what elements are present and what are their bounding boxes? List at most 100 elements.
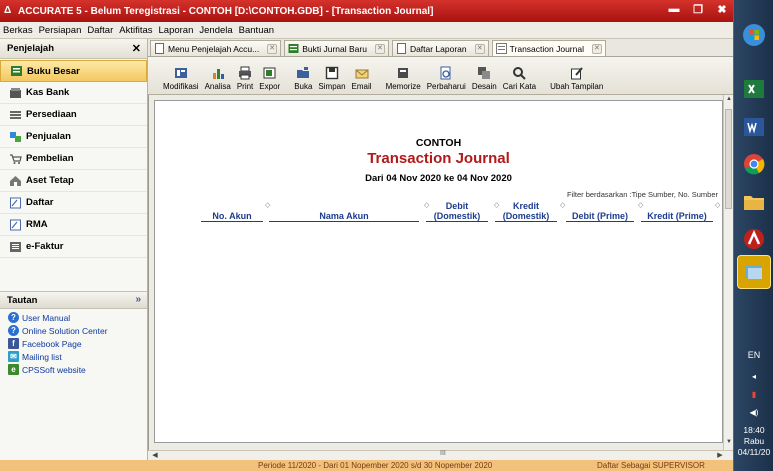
sidebar-header: Penjelajah ✕ xyxy=(0,39,147,59)
expor-button[interactable]: Expor xyxy=(259,66,280,91)
sidebar-item-daftar[interactable]: Daftar xyxy=(0,192,147,214)
sidebar-item-penjualan[interactable]: Penjualan xyxy=(0,126,147,148)
design-icon xyxy=(477,66,491,80)
excel-icon xyxy=(744,80,764,98)
scroll-left-icon[interactable]: ◀ xyxy=(150,451,160,460)
clock-day: Rabu xyxy=(743,436,765,446)
column-header-debit-domestik[interactable]: Debit (Domestik) xyxy=(426,201,488,222)
tray-expand-icon[interactable]: ◂ xyxy=(734,372,773,381)
cari-kata-button[interactable]: Cari Kata xyxy=(503,66,536,91)
sidebar-item-kas-bank[interactable]: Kas Bank xyxy=(0,82,147,104)
explorer-sidebar: Penjelajah ✕ Buku Besar Kas Bank Persedi… xyxy=(0,39,148,463)
link-online-solution-center[interactable]: ? Online Solution Center xyxy=(0,324,147,337)
scroll-right-icon[interactable]: ▶ xyxy=(715,451,725,460)
perbaharui-button[interactable]: Perbaharui xyxy=(427,66,466,91)
taskbar-excel[interactable] xyxy=(737,72,771,106)
sidebar-item-buku-besar[interactable]: Buku Besar xyxy=(0,60,147,82)
link-user-manual[interactable]: ? User Manual xyxy=(0,311,147,324)
link-mailing-list[interactable]: ✉ Mailing list xyxy=(0,350,147,363)
buka-button[interactable]: Buka xyxy=(294,66,312,91)
system-clock[interactable]: 18:40 Rabu 04/11/20 xyxy=(734,425,773,458)
close-icon[interactable]: ✖ xyxy=(715,3,729,16)
sidebar-item-aset-tetap[interactable]: Aset Tetap xyxy=(0,170,147,192)
report-date-range: Dari 04 Nov 2020 ke 04 Nov 2020 xyxy=(365,173,512,184)
taskbar-accurate[interactable] xyxy=(737,222,771,256)
menu-laporan[interactable]: Laporan xyxy=(159,25,194,36)
scroll-up-icon[interactable]: ▲ xyxy=(725,96,733,106)
modifikasi-button[interactable]: Modifikasi xyxy=(163,66,199,91)
menu-aktifitas[interactable]: Aktifitas xyxy=(119,25,152,36)
analisa-button[interactable]: Analisa xyxy=(205,66,231,91)
sidebar-item-pembelian[interactable]: Pembelian xyxy=(0,148,147,170)
app-window-icon xyxy=(745,265,762,279)
memorize-button[interactable]: Memorize xyxy=(386,66,421,91)
email-button[interactable]: Email xyxy=(352,66,372,91)
tab-close-icon[interactable]: ✕ xyxy=(591,43,602,54)
scroll-thumb[interactable] xyxy=(725,109,732,209)
taskbar-chrome[interactable] xyxy=(737,147,771,181)
menu-daftar[interactable]: Daftar xyxy=(87,25,113,36)
ubah-tampilan-button[interactable]: Ubah Tampilan xyxy=(550,66,603,91)
collapse-chevron-icon[interactable]: » xyxy=(135,294,141,305)
tab-close-icon[interactable]: ✕ xyxy=(474,43,485,54)
scroll-down-icon[interactable]: ▼ xyxy=(725,439,733,449)
taskbar-active-app[interactable] xyxy=(737,255,771,289)
sidebar-item-persediaan[interactable]: Persediaan xyxy=(0,104,147,126)
horizontal-scrollbar[interactable]: ◀ III ▶ xyxy=(148,450,733,460)
accurate-logo-icon: Δ xyxy=(4,5,12,16)
taskbar-file-explorer[interactable] xyxy=(737,185,771,219)
filter-note: Filter berdasarkan :Tipe Sumber, No. Sum… xyxy=(566,190,718,199)
tab-close-icon[interactable]: ✕ xyxy=(267,43,278,54)
link-facebook-page[interactable]: f Facebook Page xyxy=(0,337,147,350)
sidebar-item-efaktur[interactable]: e-Faktur xyxy=(0,236,147,258)
link-label: Facebook Page xyxy=(22,338,82,349)
tautan-links: ? User Manual ? Online Solution Center f… xyxy=(0,311,147,376)
column-header-no-akun[interactable]: No. Akun xyxy=(201,211,263,222)
tab-transaction-journal[interactable]: Transaction Journal ✕ xyxy=(491,40,606,56)
search-icon xyxy=(512,66,527,80)
vertical-scrollbar[interactable]: ▲ ▼ xyxy=(723,95,733,450)
sidebar-item-label: Aset Tetap xyxy=(26,175,74,186)
menu-berkas[interactable]: Berkas xyxy=(3,25,33,36)
column-marker-icon: ◇ xyxy=(560,202,566,209)
column-header-kredit-domestik[interactable]: Kredit (Domestik) xyxy=(495,201,557,222)
ledger-icon xyxy=(9,65,23,77)
desain-button[interactable]: Desain xyxy=(472,66,497,91)
column-header-kredit-prime[interactable]: Kredit (Prime) xyxy=(641,211,713,222)
language-indicator[interactable]: EN xyxy=(734,350,773,360)
open-folder-icon xyxy=(296,66,310,80)
column-header-nama-akun[interactable]: Nama Akun xyxy=(269,211,419,222)
link-cpssoft-website[interactable]: e CPSSoft website xyxy=(0,363,147,376)
tab-menu-penjelajah[interactable]: Menu Penjelajah Accu... ✕ xyxy=(150,40,282,56)
sidebar-item-label: Persediaan xyxy=(26,109,77,120)
tab-bukti-jurnal-baru[interactable]: Bukti Jurnal Baru ✕ xyxy=(284,40,389,56)
menu-bantuan[interactable]: Bantuan xyxy=(239,25,274,36)
edit-view-icon xyxy=(570,66,584,80)
battery-icon[interactable]: ▮ xyxy=(734,390,773,399)
menu-jendela[interactable]: Jendela xyxy=(199,25,232,36)
column-header-debit-prime[interactable]: Debit (Prime) xyxy=(566,211,634,222)
scroll-grip[interactable]: III xyxy=(440,450,446,457)
simpan-button[interactable]: Simpan xyxy=(318,66,346,91)
restore-icon[interactable]: ❐ xyxy=(691,3,705,16)
tautan-header[interactable]: Tautan » xyxy=(0,291,147,309)
app-window: Δ ACCURATE 5 - Belum Teregistrasi - CONT… xyxy=(0,0,773,471)
taskbar-word[interactable] xyxy=(737,110,771,144)
sidebar-item-label: e-Faktur xyxy=(26,241,64,252)
sidebar-item-rma[interactable]: RMA xyxy=(0,214,147,236)
tab-daftar-laporan[interactable]: Daftar Laporan ✕ xyxy=(391,40,489,56)
chrome-icon xyxy=(744,154,765,175)
start-button[interactable] xyxy=(737,18,771,52)
tab-close-icon[interactable]: ✕ xyxy=(374,43,385,54)
sidebar-close-icon[interactable]: ✕ xyxy=(132,42,141,55)
bar-chart-icon xyxy=(211,66,225,80)
inventory-icon xyxy=(8,109,22,121)
minimize-icon[interactable]: ▬ xyxy=(667,3,681,16)
volume-icon[interactable]: ◀) xyxy=(734,408,773,417)
link-label: CPSSoft website xyxy=(22,364,86,375)
print-button[interactable]: Print xyxy=(237,66,253,91)
rma-icon xyxy=(8,219,22,231)
menu-persiapan[interactable]: Persiapan xyxy=(39,25,82,36)
link-label: User Manual xyxy=(22,312,71,323)
accurate-app-icon xyxy=(744,229,764,249)
